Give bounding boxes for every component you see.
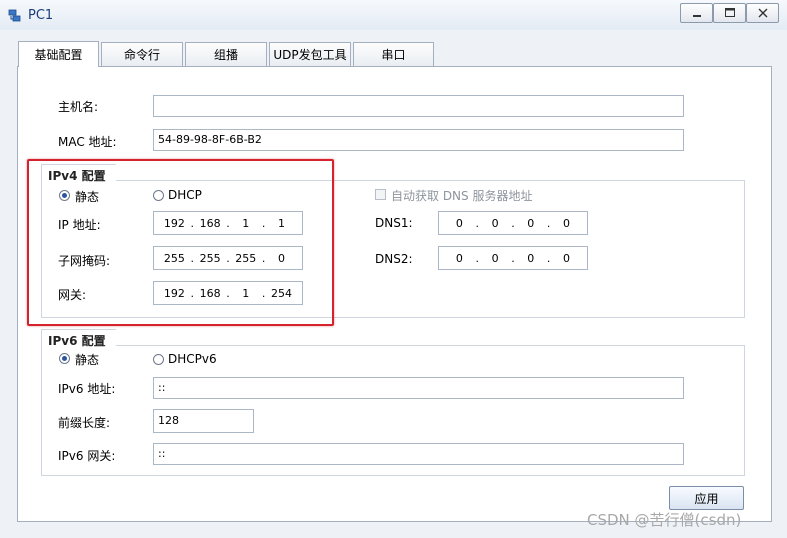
octet-separator: . (475, 251, 480, 265)
prefix-length-input[interactable]: 128 (153, 409, 254, 433)
ipv6-address-input[interactable]: :: (153, 377, 684, 399)
computer-icon (8, 9, 21, 22)
apply-button[interactable]: 应用 (669, 486, 744, 510)
ipv6-dhcpv6-label: DHCPv6 (168, 352, 217, 366)
ipv6-static-radio[interactable] (59, 353, 70, 364)
tab-basic-config[interactable]: 基础配置 (18, 41, 99, 67)
dns1-input[interactable]: 0. 0. 0. 0 (438, 211, 588, 235)
octet-separator: . (475, 216, 480, 230)
octet-separator: . (511, 251, 515, 265)
title-bar: PC1 (0, 0, 787, 30)
maximize-icon (724, 8, 735, 17)
tab-multicast[interactable]: 组播 (185, 42, 267, 66)
dns2-octet-4: 0 (562, 251, 570, 265)
auto-dns-label: 自动获取 DNS 服务器地址 (391, 189, 533, 203)
dns1-octet-1: 0 (455, 216, 463, 230)
hostname-label: 主机名: (58, 100, 99, 114)
ipv6-address-label: IPv6 地址: (58, 382, 116, 396)
dns2-octet-1: 0 (455, 251, 463, 265)
ipv6-static-label: 静态 (75, 353, 100, 367)
close-button[interactable] (746, 3, 779, 23)
close-icon (758, 8, 767, 18)
ipv6-gateway-label: IPv6 网关: (58, 449, 116, 463)
watermark: CSDN @苦行僧(csdn) (587, 511, 742, 529)
app-window: PC1 基础配置 命令行 组播 UDP发包工具 串口 主机名: MAC 地址: … (0, 0, 787, 538)
minimize-button[interactable] (680, 3, 713, 23)
mac-label: MAC 地址: (58, 135, 117, 149)
mac-input[interactable]: 54-89-98-8F-6B-B2 (153, 129, 684, 151)
octet-separator: . (511, 216, 515, 230)
dns1-octet-3: 0 (527, 216, 535, 230)
ipv6-group-title: IPv6 配置 (45, 332, 109, 349)
dns1-label: DNS1: (375, 216, 413, 230)
dns1-octet-4: 0 (562, 216, 570, 230)
dns2-octet-3: 0 (527, 251, 535, 265)
auto-dns-checkbox[interactable] (375, 189, 386, 200)
dns2-octet-2: 0 (491, 251, 499, 265)
ipv6-dhcpv6-radio[interactable] (153, 354, 164, 365)
octet-separator: . (546, 216, 551, 230)
window-title: PC1 (28, 8, 54, 23)
tab-serial[interactable]: 串口 (353, 42, 434, 66)
octet-separator: . (546, 251, 551, 265)
maximize-button[interactable] (713, 3, 746, 23)
tab-udp-tool[interactable]: UDP发包工具 (269, 42, 351, 66)
hostname-input[interactable] (153, 95, 684, 117)
ipv6-gateway-input[interactable]: :: (153, 443, 684, 465)
ipv4-highlight-box (27, 159, 334, 326)
dns2-label: DNS2: (375, 252, 413, 266)
tab-command-line[interactable]: 命令行 (101, 42, 183, 66)
prefix-length-label: 前缀长度: (58, 416, 111, 430)
minimize-icon (692, 15, 701, 17)
dns2-input[interactable]: 0. 0. 0. 0 (438, 246, 588, 270)
dns1-octet-2: 0 (491, 216, 499, 230)
